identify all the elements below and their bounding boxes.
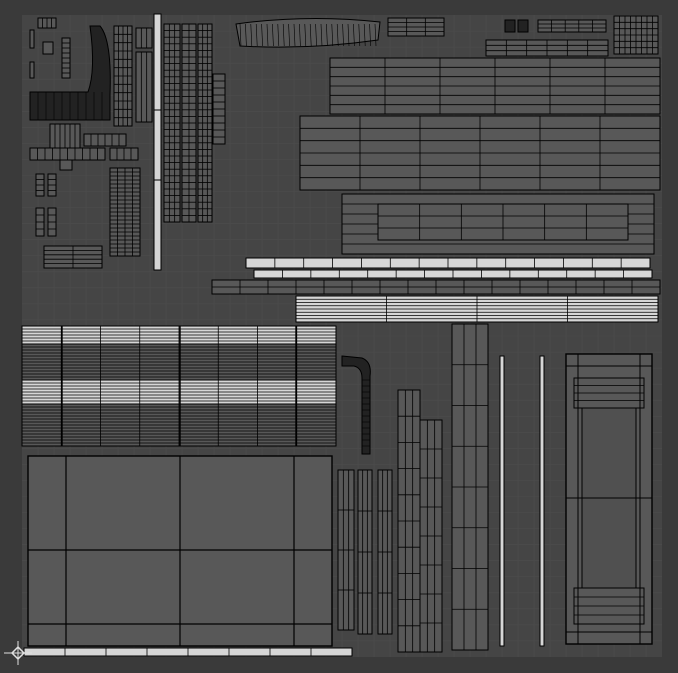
uv-island[interactable] (135, 27, 153, 49)
uv-editor-viewport[interactable] (0, 0, 678, 673)
uv-island[interactable] (153, 13, 162, 271)
uv-island[interactable] (499, 355, 505, 647)
uv-island[interactable] (135, 51, 153, 123)
uv-island[interactable] (29, 29, 35, 49)
uv-island[interactable] (235, 17, 381, 48)
uv-island[interactable] (537, 19, 607, 33)
uv-island[interactable] (517, 19, 529, 33)
uv-canvas[interactable] (0, 0, 678, 673)
uv-island[interactable] (59, 159, 73, 171)
uv-island[interactable] (42, 41, 54, 55)
uv-island[interactable] (539, 355, 545, 647)
uv-island[interactable] (504, 19, 516, 33)
uv-island[interactable] (29, 61, 35, 79)
